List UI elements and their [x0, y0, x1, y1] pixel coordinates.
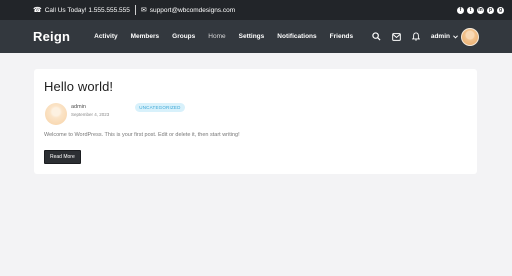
nav-item-friends[interactable]: Friends	[330, 33, 353, 40]
author-name[interactable]: admin	[71, 104, 109, 110]
top-bar: ☎ Call Us Today! 1.555.555.555 ✉ support…	[0, 0, 512, 20]
main-nav: Activity Members Groups Home Settings No…	[94, 33, 353, 40]
twitter-icon[interactable]: t	[467, 6, 474, 14]
pinterest-icon[interactable]: p	[487, 6, 494, 14]
phone-text: Call Us Today! 1.555.555.555	[44, 6, 130, 14]
social-links: f t in p g	[457, 6, 504, 14]
nav-item-members[interactable]: Members	[131, 33, 160, 40]
post-excerpt: Welcome to WordPress. This is your first…	[44, 132, 240, 138]
main-header: Reign Activity Members Groups Home Setti…	[0, 20, 512, 53]
nav-item-settings[interactable]: Settings	[239, 33, 265, 40]
bell-icon[interactable]	[411, 32, 420, 41]
chevron-down-icon	[453, 34, 458, 39]
post-card: Hello world! admin September 4, 2023 UNC…	[34, 69, 477, 174]
mail-icon: ✉	[140, 7, 147, 14]
contact-phone: ☎ Call Us Today! 1.555.555.555	[33, 6, 130, 15]
nav-item-groups[interactable]: Groups	[172, 33, 195, 40]
nav-item-notifications[interactable]: Notifications	[277, 33, 316, 40]
read-more-button[interactable]: Read More	[44, 150, 81, 164]
phone-icon: ☎	[33, 7, 42, 14]
email-text[interactable]: support@wbcomdesigns.com	[150, 7, 235, 14]
header-actions: admin	[372, 27, 479, 46]
linkedin-icon[interactable]: in	[477, 6, 484, 14]
post-meta: admin September 4, 2023 UNCATEGORIZED	[44, 103, 467, 125]
avatar[interactable]	[461, 27, 479, 46]
post-date: September 4, 2023	[71, 112, 110, 117]
search-icon[interactable]	[372, 32, 381, 41]
category-badge[interactable]: UNCATEGORIZED	[135, 103, 185, 112]
inbox-icon[interactable]	[392, 32, 401, 41]
author-avatar[interactable]	[45, 103, 67, 125]
nav-item-home[interactable]: Home	[208, 33, 225, 40]
author-info: admin September 4, 2023	[71, 104, 109, 117]
nav-item-activity[interactable]: Activity	[94, 33, 117, 40]
divider	[134, 5, 136, 15]
user-name[interactable]: admin	[431, 33, 450, 40]
site-logo[interactable]: Reign	[33, 29, 70, 44]
post-title[interactable]: Hello world!	[44, 79, 467, 94]
user-menu[interactable]: admin	[431, 27, 479, 46]
contact-email[interactable]: ✉ support@wbcomdesigns.com	[140, 6, 235, 15]
facebook-icon[interactable]: f	[457, 6, 464, 14]
github-icon[interactable]: g	[497, 6, 504, 14]
